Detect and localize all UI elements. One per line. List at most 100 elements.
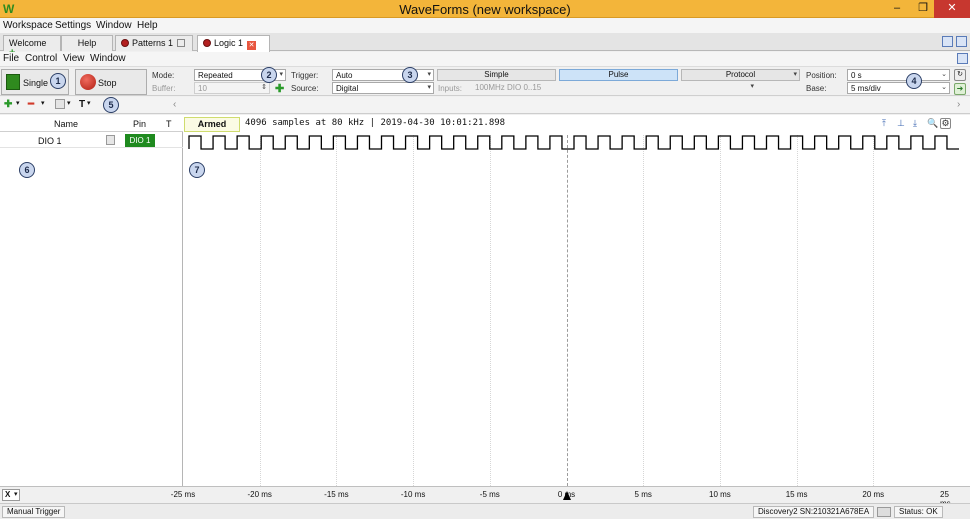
grid-line — [719, 135, 721, 486]
channel-row[interactable]: DIO 1 DIO 1 — [0, 133, 183, 148]
dock-left-icon[interactable] — [942, 36, 953, 47]
chevron-down-icon: ▾ — [427, 71, 431, 78]
tab-help-label: Help — [77, 38, 97, 48]
acquisition-controls: Single 1 Stop Mode: Repeated ▾ Buffer: 10… — [0, 66, 970, 96]
time-axis: X ▾ -25 ms -20 ms -15 ms -10 ms -5 ms 0 ms 5 m… — [0, 486, 970, 508]
add-channel-icon[interactable]: ✚ — [4, 99, 12, 110]
menu-bar: Workspace Settings Window Help — [0, 18, 970, 33]
menu-view[interactable]: View — [63, 53, 85, 64]
chevron-down-icon[interactable]: ▾ — [41, 99, 45, 107]
close-tab-icon[interactable] — [177, 39, 186, 47]
axis-tick-label: -10 ms — [400, 490, 426, 499]
add-icon[interactable]: ✚ — [275, 82, 284, 95]
base-value: 5 ms/div — [851, 84, 881, 93]
grid-line — [566, 135, 568, 486]
trigger-mode-pulse[interactable]: Pulse — [559, 69, 678, 81]
channel-list-header: Name Pin T — [0, 115, 183, 132]
grid-line — [336, 135, 338, 486]
tab-logic-label: Logic 1 — [214, 38, 244, 48]
chevron-down-icon[interactable]: ▾ — [67, 99, 71, 107]
axis-tick-label: 15 ms — [785, 490, 808, 499]
align-icon[interactable]: ⊥ — [897, 118, 905, 129]
buffer-label: Buffer: — [152, 84, 176, 93]
position-value: 0 s — [851, 71, 862, 80]
grid-line — [489, 135, 491, 486]
measure-icon[interactable]: ⤓ — [913, 118, 917, 129]
tab-patterns[interactable]: Patterns 1 — [115, 35, 193, 51]
menu-window[interactable]: Window — [96, 20, 132, 31]
menu-settings[interactable]: Settings — [55, 20, 91, 31]
arrow-right-icon[interactable]: ➜ — [954, 83, 966, 95]
menu-help[interactable]: Help — [137, 20, 158, 31]
trigger-position-marker[interactable] — [563, 491, 571, 500]
close-button[interactable]: ✕ — [934, 0, 970, 18]
mode-label: Mode: — [152, 71, 175, 80]
chevron-down-icon[interactable]: ▾ — [16, 99, 20, 107]
single-icon — [6, 74, 20, 90]
trigger-mode-protocol[interactable]: Protocol ▾ — [681, 69, 800, 81]
tab-welcome[interactable]: Welcome + — [3, 35, 61, 59]
column-pin: Pin — [133, 119, 147, 129]
pin-badge[interactable]: DIO 1 — [125, 134, 155, 147]
status-indicator: Status: OK — [894, 506, 943, 518]
channel-settings-icon[interactable] — [106, 135, 115, 145]
cursor-icon[interactable]: ⤒ — [882, 118, 886, 129]
inputs-label: Inputs: — [438, 84, 463, 93]
base-input[interactable]: 5 ms/div ⌄ — [847, 82, 950, 94]
acquisition-state-badge: Armed — [184, 117, 240, 132]
stop-icon — [80, 74, 96, 90]
scroll-right-icon[interactable]: › — [957, 99, 960, 110]
source-label: Source: — [291, 84, 319, 93]
refresh-icon[interactable]: ↻ — [954, 69, 966, 81]
device-icon[interactable] — [877, 507, 891, 517]
chevron-down-icon: ⌄ — [941, 84, 947, 91]
menu-workspace[interactable]: Workspace — [3, 20, 53, 31]
record-icon — [203, 39, 211, 47]
scroll-left-icon[interactable]: ‹ — [173, 99, 176, 110]
callout-1: 1 — [50, 73, 66, 89]
remove-channel-icon[interactable]: ━ — [28, 99, 34, 110]
trigger-label: Trigger: — [291, 71, 319, 80]
buffer-input[interactable]: 10 ⇕ — [194, 82, 270, 94]
close-tab-icon[interactable]: ✕ — [247, 41, 257, 50]
channel-list: Name Pin T DIO 1 DIO 1 6 — [0, 115, 183, 486]
plot-area[interactable]: Armed 4096 samples at 80 kHz | 2019-04-3… — [183, 115, 970, 486]
callout-3: 3 — [402, 67, 418, 83]
chevron-down-icon[interactable]: ▾ — [14, 490, 18, 498]
chevron-down-icon: ▾ — [750, 83, 754, 90]
settings-icon[interactable]: ⚙ — [940, 118, 951, 129]
source-select[interactable]: Digital ▾ — [332, 82, 434, 94]
minimize-button[interactable]: – — [884, 0, 910, 18]
trigger-select[interactable]: Auto ▾ — [332, 69, 434, 81]
trigger-mode-protocol-label: Protocol — [725, 70, 756, 79]
axis-tick-label: 20 ms — [862, 490, 885, 499]
tab-help[interactable]: Help — [61, 35, 113, 51]
trigger-mode-simple[interactable]: Simple — [437, 69, 556, 81]
channel-toolbar: ✚ ▾ ━ ▾ ▾ T ▾ 5 ‹ › — [0, 97, 970, 114]
menu-window-sub[interactable]: Window — [90, 53, 126, 64]
grid-line — [873, 135, 875, 486]
menu-control[interactable]: Control — [25, 53, 57, 64]
spinner-icon: ⇕ — [261, 84, 267, 91]
dock-right-icon[interactable] — [956, 36, 967, 47]
title-bar: W WaveForms (new workspace) – ❐ ✕ — [0, 0, 970, 18]
channel-name: DIO 1 — [38, 136, 62, 146]
mode-value: Repeated — [198, 71, 233, 80]
position-input[interactable]: 0 s ⌄ — [847, 69, 950, 81]
inputs-select[interactable]: 100MHz DIO 0..15 ▾ — [472, 82, 756, 94]
maximize-button[interactable]: ❐ — [910, 0, 936, 18]
channel-options-icon[interactable] — [55, 99, 65, 109]
help-pane-icon[interactable] — [957, 53, 968, 64]
axis-tick-label: -25 ms — [170, 490, 196, 499]
device-info: Discovery2 SN:210321A678EA — [753, 506, 875, 518]
manual-trigger-button[interactable]: Manual Trigger — [2, 506, 66, 518]
column-trigger: T — [166, 119, 172, 129]
text-tool-icon[interactable]: T — [79, 99, 85, 110]
stop-button[interactable]: Stop — [75, 69, 147, 95]
tab-logic[interactable]: Logic 1 ✕ — [197, 35, 270, 52]
axis-tick-label: -15 ms — [324, 490, 349, 499]
menu-file[interactable]: File — [3, 53, 19, 64]
chevron-down-icon[interactable]: ▾ — [87, 99, 91, 107]
zoom-icon[interactable]: 🔍 — [927, 118, 938, 129]
callout-6: 6 — [19, 162, 35, 178]
